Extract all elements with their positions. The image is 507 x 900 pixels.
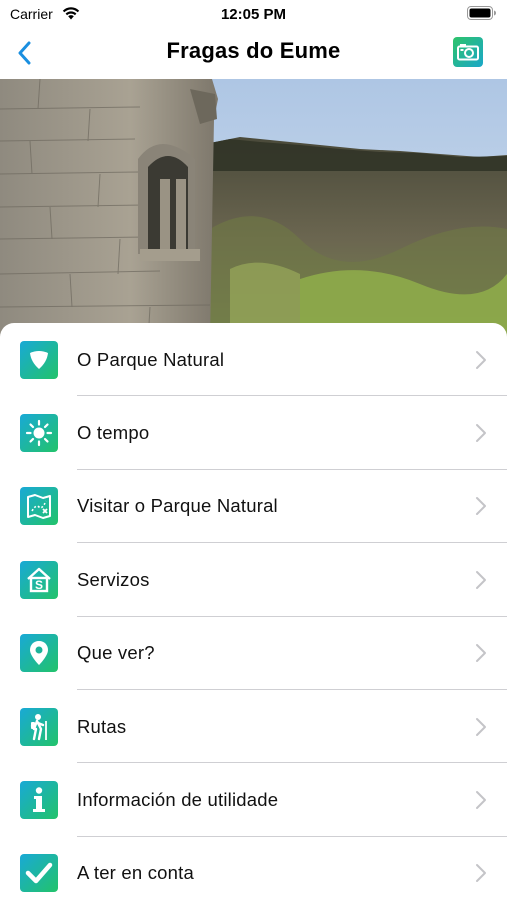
chevron-right-icon (476, 497, 486, 516)
sun-icon (20, 414, 58, 453)
info-icon (20, 781, 58, 820)
menu-item-label: Visitar o Parque Natural (77, 495, 278, 517)
menu-item-visitar[interactable]: Visitar o Parque Natural (0, 470, 507, 544)
house-s-icon: S (20, 560, 58, 599)
battery-icon (467, 6, 496, 20)
menu-item-servizos[interactable]: S Servizos (0, 543, 507, 617)
menu-item-que-ver[interactable]: Que ver? (0, 617, 507, 690)
menu-item-label: Información de utilidade (77, 789, 279, 811)
navigation-bar: Fragas do Eume (0, 28, 507, 78)
chevron-right-icon (476, 644, 486, 663)
menu-item-parque-natural[interactable]: O Parque Natural (0, 323, 507, 397)
menu-item-label: Servizos (77, 568, 150, 590)
menu-item-label: O Parque Natural (77, 348, 225, 370)
svg-text:S: S (35, 578, 43, 592)
menu-item-informacion[interactable]: Información de utilidade (0, 763, 507, 837)
chevron-right-icon (476, 791, 486, 810)
status-time: 12:05 PM (220, 6, 287, 23)
status-bar: Carrier 12:05 PM (0, 0, 507, 28)
menu-item-label: Que ver? (77, 642, 155, 664)
chevron-right-icon (476, 350, 486, 369)
hiker-icon (20, 707, 58, 746)
menu-item-label: A ter en conta (77, 862, 194, 884)
chevron-right-icon (476, 424, 486, 443)
menu-item-ter-en-conta[interactable]: A ter en conta (0, 837, 507, 900)
landscape-photo (0, 79, 507, 341)
chevron-right-icon (476, 864, 486, 883)
map-icon (20, 487, 58, 526)
camera-button[interactable] (453, 37, 483, 67)
location-pin-icon (20, 634, 58, 673)
chevron-right-icon (476, 570, 486, 589)
hero-photo (0, 79, 507, 341)
menu-item-label: O tempo (77, 422, 150, 444)
menu-list: O Parque Natural O tempo Visitar o Parqu… (0, 323, 507, 900)
camera-icon (457, 44, 479, 61)
page-title: Fragas do Eume (166, 38, 341, 63)
shield-icon (20, 340, 58, 379)
menu-item-label: Rutas (77, 715, 127, 737)
checkmark-icon (20, 854, 58, 893)
menu-item-rutas[interactable]: Rutas (0, 690, 507, 764)
menu-item-tempo[interactable]: O tempo (0, 396, 507, 470)
chevron-right-icon (476, 717, 486, 736)
